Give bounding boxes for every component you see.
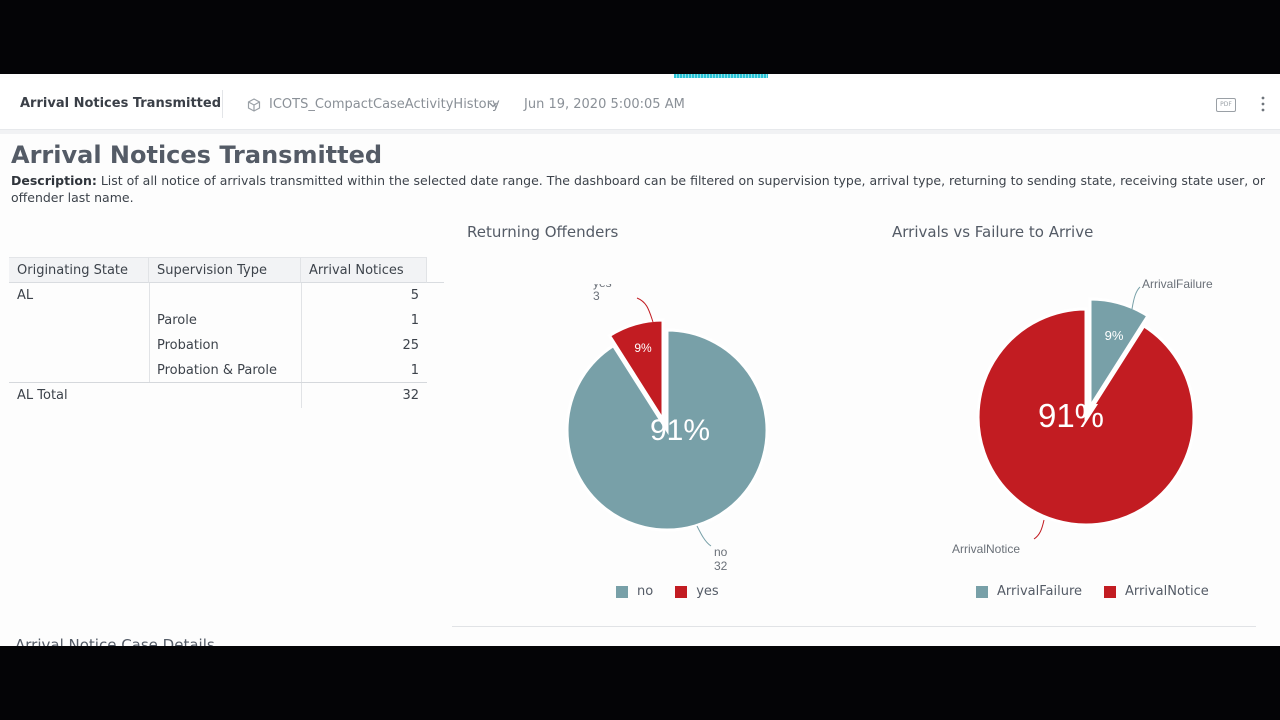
slice-label-large: 91% (1038, 397, 1104, 434)
slice-label-large: 91% (650, 414, 710, 447)
page-description: Description: List of all notice of arriv… (11, 172, 1273, 206)
callout-name-arrival-notice: ArrivalNotice (952, 542, 1020, 556)
legend-item-arrival-notice[interactable]: ArrivalNotice (1104, 584, 1209, 599)
legend-label-arrival-failure: ArrivalFailure (997, 584, 1083, 599)
row-value: 5 (410, 288, 419, 303)
legend-returning-offenders: no yes (616, 584, 741, 599)
legend-swatch-no (616, 585, 628, 598)
header-shadow (0, 130, 1280, 134)
description-text: List of all notice of arrivals transmitt… (11, 173, 1265, 205)
video-letterbox-bottom (0, 646, 1280, 720)
page-title: Arrival Notices Transmitted (11, 141, 383, 169)
row-value: 25 (402, 338, 419, 353)
callout-name-arrival-failure: ArrivalFailure (1142, 279, 1213, 291)
row-value: 1 (410, 363, 419, 378)
leader-line-arrival-notice (1033, 519, 1045, 540)
callout-count-yes: 3 (593, 289, 600, 303)
more-options-icon[interactable] (1256, 94, 1270, 114)
dashboard-header: Arrival Notices Transmitted ICOTS_Compac… (0, 78, 1280, 130)
datasource-selector[interactable]: ICOTS_CompactCaseActivityHistory (269, 97, 500, 112)
video-letterbox-top (0, 0, 1280, 74)
leader-line-yes (636, 297, 654, 323)
description-label: Description: (11, 173, 97, 188)
pie-chart-arrivals-vs-failure: 91% 9% ArrivalFailure ArrivalNotice (952, 279, 1213, 556)
total-label: AL Total (17, 388, 68, 403)
column-header-originating-state[interactable]: Originating State (9, 257, 149, 283)
legend-item-yes[interactable]: yes (675, 584, 719, 599)
slice-label-small: 9% (1105, 328, 1124, 343)
dashboard-app: Arrival Notices Transmitted ICOTS_Compac… (0, 74, 1280, 646)
legend-arrivals-vs-failure: ArrivalFailure ArrivalNotice (976, 584, 1231, 599)
legend-item-no[interactable]: no (616, 584, 653, 599)
legend-swatch-arrival-failure (976, 585, 988, 598)
datasource-cube-icon (247, 98, 261, 112)
chart-title-returning-offenders: Returning Offenders (467, 223, 619, 241)
section-divider (452, 626, 1256, 627)
chart-title-arrivals-vs-failure: Arrivals vs Failure to Arrive (892, 223, 1094, 241)
callout-count-no: 32 (714, 559, 728, 573)
row-value: 1 (410, 313, 419, 328)
column-header-arrival-notices[interactable]: Arrival Notices (301, 257, 427, 283)
header-border (427, 282, 444, 283)
chevron-down-icon[interactable] (488, 100, 498, 110)
section-title-case-details: Arrival Notice Case Details (15, 636, 215, 646)
row-state: AL (17, 288, 34, 303)
pdf-export-icon[interactable]: PDF (1216, 98, 1236, 112)
leader-line-no (696, 525, 712, 547)
pie-chart-returning-offenders: 91% 9% yes 3 no 32 (565, 284, 769, 573)
row-type: Parole (157, 313, 197, 328)
slice-label-small: 9% (634, 341, 652, 355)
legend-label-arrival-notice: ArrivalNotice (1125, 584, 1209, 599)
column-header-supervision-type[interactable]: Supervision Type (149, 257, 301, 283)
legend-item-arrival-failure[interactable]: ArrivalFailure (976, 584, 1082, 599)
header-divider (222, 90, 223, 118)
legend-swatch-arrival-notice (1104, 585, 1117, 598)
callout-name-no: no (714, 545, 728, 559)
leader-line-arrival-failure (1131, 286, 1141, 310)
header-title: Arrival Notices Transmitted (20, 96, 222, 111)
row-type (149, 283, 157, 308)
legend-label-yes: yes (696, 584, 719, 599)
refresh-date: Jun 19, 2020 5:00:05 AM (524, 97, 685, 112)
total-value: 32 (402, 388, 419, 403)
row-type: Probation (157, 338, 219, 353)
legend-label-no: no (637, 584, 654, 599)
row-type: Probation & Parole (157, 363, 277, 378)
legend-swatch-yes (675, 585, 688, 598)
